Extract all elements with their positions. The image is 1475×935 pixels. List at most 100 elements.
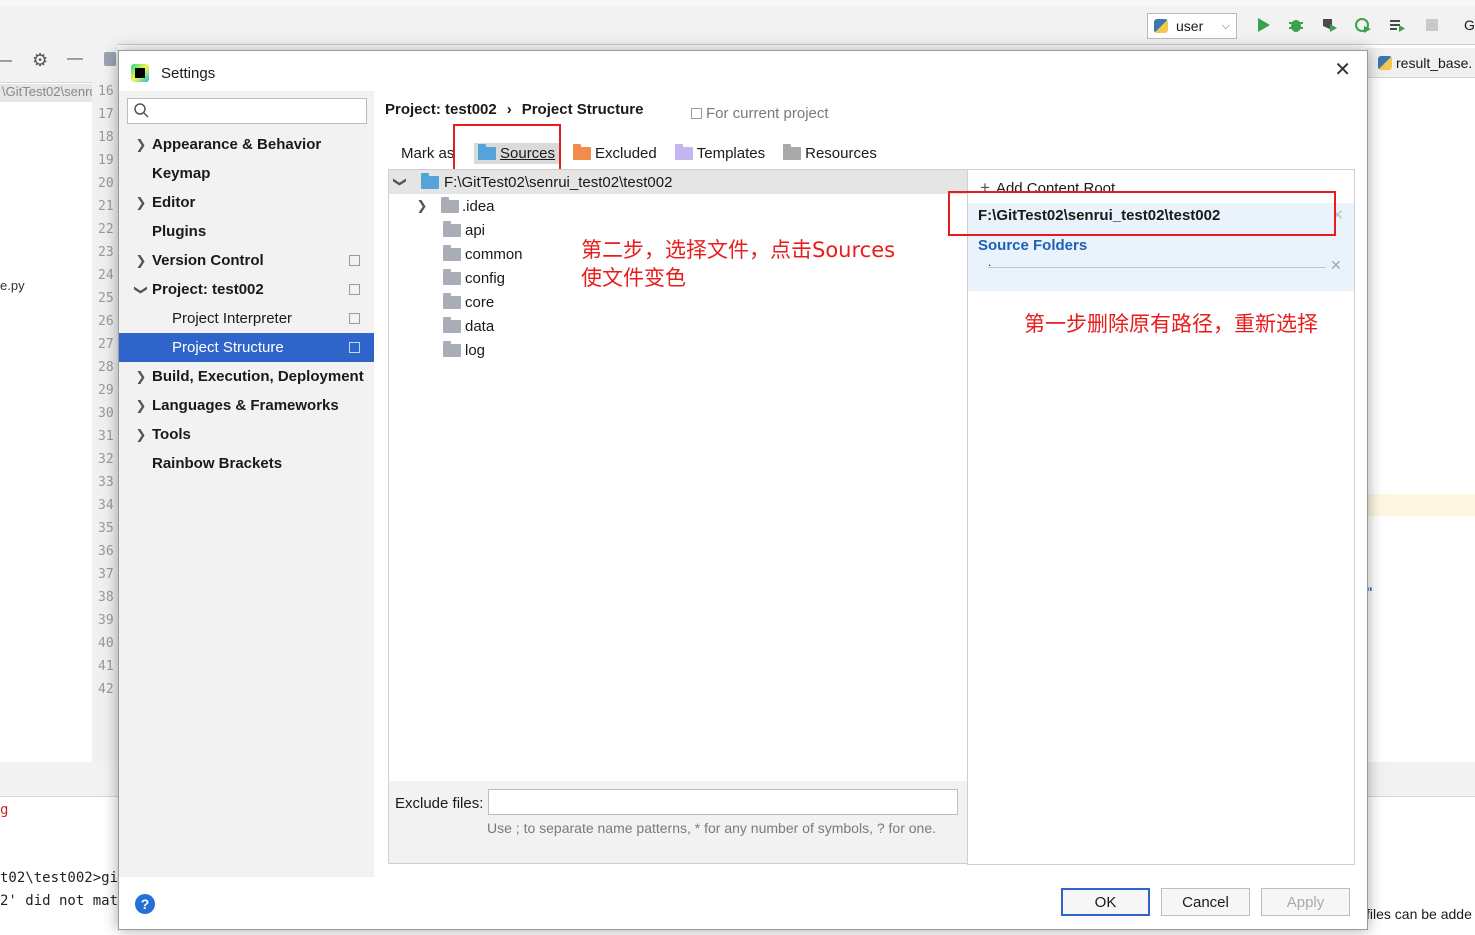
tree-item-data[interactable]: data — [443, 314, 494, 338]
remove-source-folder-icon[interactable]: ✕ — [1330, 257, 1342, 274]
chevron-down-icon: ⌵ — [1221, 19, 1230, 32]
profile-icon[interactable] — [1354, 16, 1372, 34]
line-number: 41 — [98, 659, 114, 674]
hide-panel-icon[interactable]: — — [67, 50, 83, 68]
run-icon[interactable] — [1254, 16, 1272, 34]
settings-nav: ❯ Appearance & Behavior Keymap ❯ Editor … — [119, 91, 374, 877]
tree-item-api[interactable]: api — [443, 218, 485, 242]
file-icon — [104, 52, 116, 66]
tree-item-log[interactable]: log — [443, 338, 485, 362]
exclude-files-input[interactable] — [488, 789, 958, 815]
line-number: 30 — [98, 406, 114, 421]
tree-item-core[interactable]: core — [443, 290, 494, 314]
line-number: 27 — [98, 337, 114, 352]
line-number: 19 — [98, 153, 114, 168]
terminal-line: 2' did not mat — [0, 893, 119, 909]
project-file-item[interactable]: e.py — [0, 278, 25, 293]
tree-item-config[interactable]: config — [443, 266, 505, 290]
folder-icon — [443, 316, 461, 333]
chevron-right-icon[interactable]: ❯ — [415, 198, 429, 214]
line-number: 20 — [98, 176, 114, 191]
python-file-icon — [1378, 55, 1392, 70]
mark-as-label: Mark as: — [401, 144, 453, 162]
folder-icon — [441, 196, 459, 213]
ide-menubar-strip — [0, 0, 1475, 6]
source-folders-label: Source Folders — [978, 237, 1088, 254]
project-scope-icon — [349, 342, 360, 353]
nav-project-test002[interactable]: ❯ Project: test002 — [119, 275, 374, 304]
line-number: 32 — [98, 452, 114, 467]
source-folder-item[interactable]: . — [988, 256, 1326, 268]
folder-icon — [443, 292, 461, 309]
run-configuration-select[interactable]: user ⌵ — [1147, 13, 1237, 39]
line-number: 17 — [98, 107, 114, 122]
breadcrumb-page: Project Structure — [521, 101, 644, 118]
breadcrumb: Project: test002 › Project Structure — [385, 101, 643, 118]
close-icon[interactable]: ✕ — [1334, 57, 1351, 82]
editor-tab-result-base[interactable]: result_base. — [1366, 48, 1475, 78]
nav-keymap[interactable]: Keymap — [119, 159, 374, 188]
help-icon[interactable]: ? — [135, 894, 155, 914]
chevron-right-icon: ❯ — [135, 426, 147, 442]
mark-templates-button[interactable]: Templates — [671, 143, 769, 164]
templates-folder-icon — [674, 143, 693, 160]
tree-root[interactable]: ❯ F:\GitTest02\senrui_test02\test002 — [389, 170, 967, 194]
tree-item-idea[interactable]: ❯ .idea — [415, 194, 495, 218]
chevron-right-icon: ❯ — [135, 194, 147, 210]
project-path-label: \GitTest02\senru — [0, 84, 92, 102]
terminal-message: files can be adde — [1366, 906, 1472, 922]
annotation-box-content-root — [948, 191, 1336, 236]
folder-icon — [443, 340, 461, 357]
nav-plugins[interactable]: Plugins — [119, 217, 374, 246]
nav-rainbow-brackets[interactable]: Rainbow Brackets — [119, 449, 374, 478]
mark-resources-button[interactable]: Resources — [779, 143, 881, 164]
mark-excluded-button[interactable]: Excluded — [569, 143, 661, 164]
chevron-down-icon[interactable]: ❯ — [392, 175, 408, 189]
line-number: 23 — [98, 245, 114, 260]
annotation-step1: 第一步删除原有路径，重新选择 — [1024, 312, 1318, 336]
chevron-right-icon: ❯ — [135, 368, 147, 384]
line-number: 38 — [98, 590, 114, 605]
nav-project-structure[interactable]: Project Structure — [119, 333, 374, 362]
project-scope-icon — [691, 108, 702, 119]
line-number: 42 — [98, 682, 114, 697]
line-number: 34 — [98, 498, 114, 513]
ok-button[interactable]: OK — [1061, 888, 1150, 916]
nav-editor[interactable]: ❯ Editor — [119, 188, 374, 217]
line-number: 24 — [98, 268, 114, 283]
dialog-titlebar: Settings — [131, 61, 215, 85]
editor-gutter: 16 17 18 19 20 21 22 23 24 25 26 27 28 29 30 31 32 33 34 35… — [92, 82, 119, 762]
coverage-icon[interactable] — [1320, 16, 1338, 34]
project-tree: ❯ F:\GitTest02\senrui_test02\test002 ❯ .… — [388, 169, 968, 783]
apply-button[interactable]: Apply — [1261, 888, 1350, 916]
pycharm-logo-icon — [131, 64, 149, 82]
minus-icon[interactable]: — — [0, 52, 12, 70]
line-number: 37 — [98, 567, 114, 582]
settings-search-input[interactable] — [127, 98, 367, 124]
tree-item-common[interactable]: common — [443, 242, 523, 266]
line-number: 28 — [98, 360, 114, 375]
project-scope-icon — [349, 313, 360, 324]
nav-tools[interactable]: ❯ Tools — [119, 420, 374, 449]
nav-build-execution-deployment[interactable]: ❯ Build, Execution, Deployment — [119, 362, 374, 391]
chevron-right-icon: ❯ — [135, 252, 147, 268]
nav-appearance-behavior[interactable]: ❯ Appearance & Behavior — [119, 130, 374, 159]
source-folders-section: Source Folders . ✕ — [968, 227, 1354, 291]
line-number: 25 — [98, 291, 114, 306]
line-number: 39 — [98, 613, 114, 628]
nav-languages-frameworks[interactable]: ❯ Languages & Frameworks — [119, 391, 374, 420]
concurrency-icon[interactable] — [1388, 16, 1406, 34]
debug-icon[interactable] — [1287, 16, 1305, 34]
cancel-button[interactable]: Cancel — [1161, 888, 1250, 916]
folder-icon — [443, 220, 461, 237]
ide-edge-label: G — [1464, 17, 1475, 33]
line-number: 31 — [98, 429, 114, 444]
gear-icon[interactable]: ⚙ — [32, 50, 48, 71]
nav-project-interpreter[interactable]: Project Interpreter — [119, 304, 374, 333]
line-number: 35 — [98, 521, 114, 536]
nav-version-control[interactable]: ❯ Version Control — [119, 246, 374, 275]
breadcrumb-separator: › — [506, 101, 512, 118]
annotation-box-sources — [453, 124, 561, 172]
settings-search-field[interactable] — [154, 101, 358, 121]
stop-icon[interactable] — [1423, 16, 1441, 34]
